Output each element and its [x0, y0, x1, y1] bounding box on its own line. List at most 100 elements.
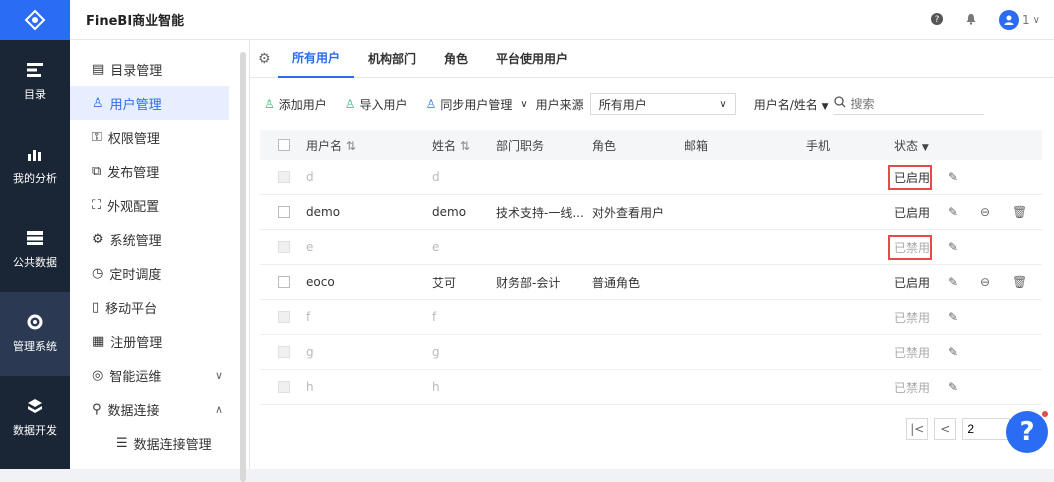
row-checkbox[interactable]	[278, 381, 290, 393]
col-username[interactable]: 用户名 ⇅	[306, 137, 416, 154]
brand-title: FineBI商业智能	[86, 14, 185, 29]
page-input[interactable]	[962, 418, 1011, 440]
row-checkbox[interactable]	[278, 171, 290, 183]
sidebar-item-label: 发布管理	[107, 165, 160, 181]
cell-username: h	[306, 380, 314, 394]
sidebar-item-icon: ◎	[92, 367, 104, 383]
sidebar-item-label: 用户管理	[109, 97, 162, 113]
edit-icon[interactable]: ✎	[948, 240, 958, 254]
tab-1[interactable]: 机构部门	[354, 40, 430, 78]
sidebar-scrollbar[interactable]	[240, 52, 246, 482]
sidebar-item-data-connection-manage[interactable]: ☰ 数据连接管理	[70, 426, 229, 460]
help-float-button[interactable]: ?	[1006, 411, 1048, 453]
data-dev-icon	[26, 398, 44, 414]
add-user-button[interactable]: ♙ 添加用户	[264, 96, 327, 113]
edit-icon[interactable]: ✎	[948, 310, 958, 324]
edit-icon[interactable]: ✎	[948, 380, 958, 394]
edit-icon[interactable]: ✎	[948, 275, 958, 289]
admin-sidebar: ▤ 目录管理 ♙ 用户管理 ⚿ 权限管理 ⧉ 发布管理 ⛶ 外观配置 ⚙ 系统管理 ◷ 定时调度 ▯ 移动平台…	[70, 40, 250, 482]
col-status-label: 状态	[894, 138, 919, 153]
caret-down-icon: ▼	[921, 142, 929, 153]
sidebar-item-0[interactable]: ▤ 目录管理	[70, 52, 229, 86]
edit-icon[interactable]: ✎	[948, 205, 958, 219]
sidebar-item-7[interactable]: ▯ 移动平台	[70, 290, 229, 324]
sidebar-item-6[interactable]: ◷ 定时调度	[70, 256, 229, 290]
source-select[interactable]: 所有用户 ∨	[589, 93, 736, 115]
col-name-label: 姓名	[432, 138, 457, 153]
tab-2[interactable]: 角色	[430, 40, 482, 78]
sidebar-item-icon: ▤	[92, 61, 105, 77]
cell-name: 艾可	[432, 275, 457, 290]
system-icon	[26, 314, 44, 330]
add-user-icon: ♙	[264, 97, 275, 111]
source-label: 用户来源	[535, 97, 584, 112]
rail-item-2[interactable]: 公共数据	[0, 208, 70, 292]
prev-page-button[interactable]: <	[934, 418, 957, 440]
rail-item-label: 数据开发	[13, 424, 57, 437]
disable-icon[interactable]: ⊖	[980, 205, 990, 219]
sidebar-item-icon: ◷	[92, 265, 104, 281]
gear-icon[interactable]: ⚙	[258, 51, 278, 67]
delete-icon[interactable]: 🗑	[1012, 205, 1027, 219]
sidebar-item-1[interactable]: ♙ 用户管理	[70, 86, 229, 120]
rail-item-label: 公共数据	[13, 256, 57, 269]
cell-name: d	[432, 170, 440, 184]
sync-user-button[interactable]: ♙ 同步用户管理 ∨	[426, 96, 528, 113]
tab-3[interactable]: 平台使用用户	[482, 40, 582, 78]
sidebar-item-9[interactable]: ◎ 智能运维 ∨	[70, 358, 229, 392]
col-status[interactable]: 状态 ▼	[894, 137, 954, 154]
col-role: 角色	[592, 138, 617, 153]
cell-username: g	[306, 345, 314, 359]
disable-icon[interactable]: ⊖	[980, 275, 990, 289]
sidebar-item-3[interactable]: ⧉ 发布管理	[70, 154, 229, 188]
row-checkbox[interactable]	[278, 311, 290, 323]
table-row: g g 已禁用 ✎	[260, 335, 1042, 370]
row-checkbox[interactable]	[278, 276, 290, 288]
sort-icon: ⇅	[345, 138, 356, 153]
cell-name: h	[432, 380, 440, 394]
col-name[interactable]: 姓名 ⇅	[432, 137, 492, 154]
bell-icon[interactable]	[965, 13, 977, 28]
rail-item-1[interactable]: 我的分析	[0, 124, 70, 208]
import-user-button[interactable]: ♙ 导入用户	[345, 96, 408, 113]
import-user-icon: ♙	[344, 97, 356, 111]
cell-name: demo	[432, 205, 467, 219]
edit-icon[interactable]: ✎	[948, 170, 958, 184]
user-menu[interactable]: 1 ∨	[999, 10, 1040, 30]
search-input[interactable]	[850, 96, 971, 111]
sidebar-item-label: 移动平台	[105, 301, 158, 317]
edit-icon[interactable]: ✎	[948, 345, 958, 359]
sidebar-item-4[interactable]: ⛶ 外观配置	[70, 188, 229, 222]
rail-item-label: 管理系统	[13, 340, 57, 353]
search-icon	[834, 96, 846, 111]
sidebar-item-5[interactable]: ⚙ 系统管理	[70, 222, 229, 256]
chevron-icon[interactable]: ∧	[215, 403, 223, 416]
rail-item-3[interactable]: 管理系统	[0, 292, 70, 376]
sidebar-item-icon: ⛶	[92, 197, 102, 213]
search-field-select[interactable]: 用户名/姓名 ▼	[754, 96, 829, 113]
sidebar-item-2[interactable]: ⚿ 权限管理	[70, 120, 229, 154]
help-icon[interactable]: ?	[931, 12, 944, 28]
app-rail: 目录 我的分析公共数据管理系统数据开发	[0, 0, 70, 469]
select-all-checkbox[interactable]	[278, 139, 290, 151]
caret-down-icon: ▼	[821, 101, 829, 112]
tab-0[interactable]: 所有用户	[278, 40, 355, 78]
row-checkbox[interactable]	[278, 206, 290, 218]
status-badge: 已禁用	[888, 234, 932, 260]
table-row: d d 已启用 ✎	[260, 160, 1042, 195]
sidebar-item-10[interactable]: ⚲ 数据连接 ∧	[70, 392, 229, 426]
chevron-icon[interactable]: ∨	[215, 369, 223, 382]
rail-item-4[interactable]: 数据开发	[0, 376, 70, 460]
delete-icon[interactable]: 🗑	[1012, 275, 1027, 289]
status-badge: 已启用	[888, 164, 932, 190]
app-logo-icon[interactable]	[0, 0, 70, 40]
first-page-button[interactable]: |<	[906, 418, 929, 440]
rail-item-0[interactable]: 目录	[0, 40, 70, 124]
add-user-label: 添加用户	[278, 97, 327, 112]
row-checkbox[interactable]	[278, 346, 290, 358]
sidebar-item-label: 数据连接	[107, 403, 160, 419]
row-checkbox[interactable]	[278, 241, 290, 253]
chevron-down-icon: ∨	[520, 98, 528, 110]
sidebar-item-8[interactable]: ▦ 注册管理	[70, 324, 229, 358]
user-badge: 1	[1022, 13, 1030, 27]
